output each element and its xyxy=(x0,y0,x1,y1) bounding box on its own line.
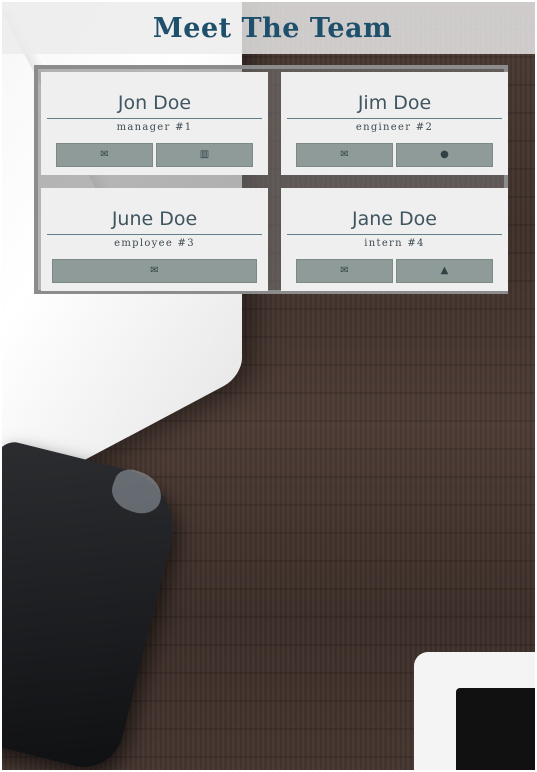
member-name: Jane Doe xyxy=(352,208,437,230)
divider xyxy=(47,118,262,119)
member-role: employee #3 xyxy=(114,238,195,249)
team-card-jane-doe: Jane Doe intern #4 ✉ ▲ xyxy=(281,188,508,291)
contact-buttons: ✉ ▥ xyxy=(56,143,253,167)
contact-buttons: ✉ xyxy=(52,259,257,283)
member-role: intern #4 xyxy=(364,238,425,249)
envelope-icon: ✉ xyxy=(340,149,349,160)
divider xyxy=(47,234,262,235)
school-button[interactable]: ▲ xyxy=(396,259,493,283)
github-icon: ● xyxy=(440,149,449,160)
member-name: June Doe xyxy=(111,208,198,230)
building-icon: ▥ xyxy=(199,149,210,160)
contact-buttons: ✉ ● xyxy=(296,143,493,167)
company-button[interactable]: ▥ xyxy=(156,143,253,167)
email-button[interactable]: ✉ xyxy=(56,143,153,167)
team-card-june-doe: June Doe employee #3 ✉ xyxy=(41,188,268,291)
email-button[interactable]: ✉ xyxy=(296,259,393,283)
envelope-icon: ✉ xyxy=(340,265,349,276)
page-header: Meet The Team xyxy=(2,2,535,54)
member-role: engineer #2 xyxy=(355,122,434,133)
team-card-jon-doe: Jon Doe manager #1 ✉ ▥ xyxy=(41,72,268,175)
member-name: Jim Doe xyxy=(357,92,432,114)
envelope-icon: ✉ xyxy=(150,265,159,276)
github-button[interactable]: ● xyxy=(396,143,493,167)
divider xyxy=(287,234,502,235)
page-title: Meet The Team xyxy=(152,12,393,44)
member-role: manager #1 xyxy=(116,122,193,133)
member-name: Jon Doe xyxy=(117,92,192,114)
divider xyxy=(287,118,502,119)
tablet-screen xyxy=(456,688,535,770)
email-button[interactable]: ✉ xyxy=(52,259,257,283)
graduation-cap-icon: ▲ xyxy=(440,265,449,276)
email-button[interactable]: ✉ xyxy=(296,143,393,167)
contact-buttons: ✉ ▲ xyxy=(296,259,493,283)
team-card-jim-doe: Jim Doe engineer #2 ✉ ● xyxy=(281,72,508,175)
team-grid: Jon Doe manager #1 ✉ ▥ Jim Doe engineer … xyxy=(34,65,508,294)
envelope-icon: ✉ xyxy=(100,149,109,160)
